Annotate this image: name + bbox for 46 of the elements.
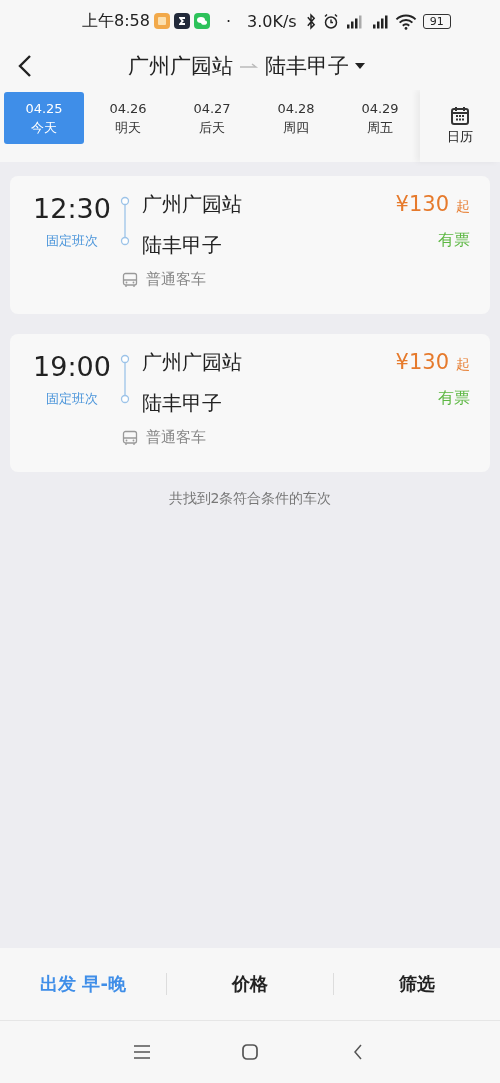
- bus-icon: [122, 429, 138, 446]
- date-tab[interactable]: 04.27 后天: [172, 92, 252, 144]
- sigma-app-icon: [173, 13, 190, 29]
- schedule-type: 固定班次: [46, 390, 98, 408]
- price: ¥130: [395, 192, 449, 216]
- bus-type: 普通客车: [146, 428, 206, 447]
- date-tab[interactable]: 04.29 周五: [340, 92, 420, 144]
- price-suffix: 起: [456, 198, 470, 216]
- bus-icon: [122, 271, 138, 288]
- date-tab[interactable]: 04.28 周四: [256, 92, 336, 144]
- alarm-icon: [322, 12, 339, 30]
- price: ¥130: [395, 350, 449, 374]
- calendar-icon: [450, 106, 470, 126]
- battery-icon: 91: [422, 13, 451, 29]
- calendar-button[interactable]: 日历: [420, 90, 500, 162]
- trip-card[interactable]: 12:30 固定班次 广州广园站 陆丰甲子 普通客车 ¥130 起 有票: [10, 176, 490, 314]
- price-suffix: 起: [456, 356, 470, 374]
- date-tab[interactable]: 04.26 明天: [88, 92, 168, 144]
- route-line-drawing: [120, 196, 130, 246]
- origin-station: 广州广园站: [142, 350, 243, 374]
- back-icon[interactable]: [18, 54, 32, 78]
- home-icon[interactable]: [240, 1042, 260, 1062]
- schedule-type: 固定班次: [46, 232, 98, 250]
- route-line-drawing: [120, 354, 130, 404]
- origin-station: 广州广园站: [142, 192, 243, 216]
- destination-station[interactable]: 陆丰甲子: [264, 52, 349, 80]
- origin-station[interactable]: 广州广园站: [127, 52, 233, 80]
- filter-tab[interactable]: 筛选: [334, 972, 500, 996]
- destination-station: 陆丰甲子: [142, 391, 223, 415]
- status-dot: ·: [225, 11, 232, 31]
- destination-station: 陆丰甲子: [142, 233, 223, 257]
- ticket-availability: 有票: [438, 388, 470, 409]
- bus-type: 普通客车: [146, 270, 206, 289]
- status-time: 上午8:58: [82, 10, 150, 32]
- caret-icon[interactable]: [354, 62, 365, 70]
- departure-time: 19:00: [33, 350, 111, 384]
- network-speed: 3.0K/s: [247, 11, 297, 31]
- chat-app-icon: [193, 13, 210, 29]
- departure-time: 12:30: [33, 192, 111, 226]
- menu-icon[interactable]: [132, 1042, 152, 1062]
- filter-tab[interactable]: 价格: [167, 972, 333, 996]
- result-summary: 共找到2条符合条件的车次: [167, 490, 333, 508]
- app-icon: [153, 13, 170, 29]
- trip-card[interactable]: 19:00 固定班次 广州广园站 陆丰甲子 普通客车 ¥130 起 有票: [10, 334, 490, 472]
- ticket-availability: 有票: [438, 230, 470, 251]
- wifi-icon: [394, 12, 417, 30]
